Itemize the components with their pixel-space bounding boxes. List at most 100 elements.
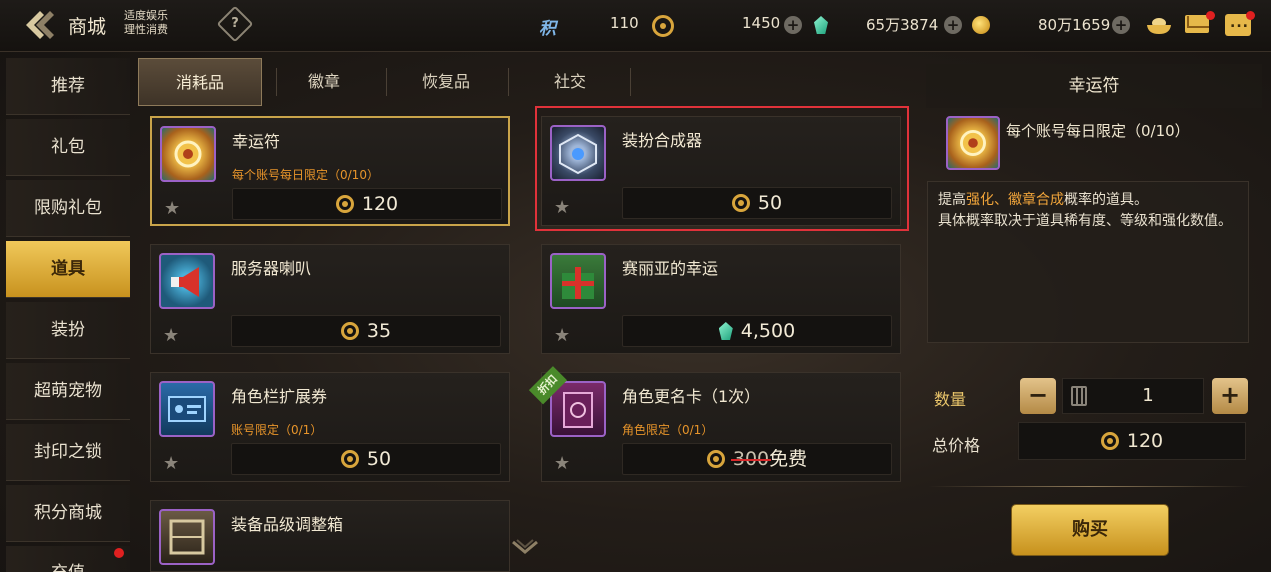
desc-sep: 、 — [994, 192, 1008, 208]
gem-icon — [718, 322, 733, 340]
moderate-line-1: 适度娱乐 — [124, 9, 168, 22]
adjust-box-icon — [159, 509, 215, 565]
item-card-rename-card[interactable]: 折扣 ★ 角色更名卡（1次） 角色限定（0/1） 300免费 — [528, 366, 901, 482]
synthesizer-cube-icon — [550, 125, 606, 181]
sidebar-item-recommend[interactable]: 推荐 — [6, 58, 130, 115]
help-glyph: ? — [231, 16, 239, 31]
bowl-icon[interactable] — [1146, 14, 1172, 36]
gem-icon — [814, 16, 828, 34]
quantity-minus-button[interactable]: − — [1020, 378, 1056, 414]
total-price-value: 120 — [1126, 430, 1164, 452]
lucky-charm-icon — [160, 126, 216, 182]
add-gold-button[interactable]: + — [1112, 16, 1130, 34]
favorite-star-icon[interactable]: ★ — [554, 453, 570, 474]
tab-recovery[interactable]: 恢复品 — [384, 58, 508, 106]
item-card-seria-luck[interactable]: ★ 赛丽亚的幸运 4,500 — [541, 244, 901, 354]
moderate-notice: 适度娱乐 理性消费 — [124, 9, 168, 37]
add-gem-button[interactable]: + — [944, 16, 962, 34]
coin-icon — [706, 450, 725, 468]
detail-limit: 每个账号每日限定（0/10） — [1006, 122, 1190, 140]
moderate-line-2: 理性消费 — [124, 23, 168, 36]
sidebar-item-costume[interactable]: 装扮 — [6, 302, 130, 359]
top-bar: 商城 适度娱乐 理性消费 ? 积 110 1450 + 65万3874 + 80… — [0, 0, 1271, 52]
points-icon: 积 — [539, 19, 556, 39]
item-name: 装扮合成器 — [622, 131, 703, 150]
scroll-down-icon[interactable] — [511, 538, 539, 558]
favorite-star-icon[interactable]: ★ — [164, 198, 180, 219]
free-label: 免费 — [769, 448, 808, 470]
coin-icon — [652, 15, 674, 37]
quantity-plus-button[interactable]: + — [1212, 378, 1248, 414]
item-price: 50 — [366, 448, 392, 470]
gift-box-icon — [550, 253, 606, 309]
back-arrow-icon[interactable] — [22, 8, 58, 42]
favorite-star-icon[interactable]: ★ — [163, 453, 179, 474]
ticket-icon — [159, 381, 215, 437]
coin-icon — [335, 195, 354, 213]
page-title: 商城 — [68, 16, 107, 38]
item-name: 赛丽亚的幸运 — [622, 259, 719, 278]
sidebar-item-pets[interactable]: 超萌宠物 — [6, 363, 130, 420]
quantity-value: 1 — [1142, 385, 1154, 406]
item-price: 35 — [366, 320, 392, 342]
desc-highlight-badge: 徽章合成 — [1008, 192, 1064, 208]
mail-icon[interactable] — [1185, 15, 1209, 33]
detail-description: 提高强化、徽章合成概率的道具。 具体概率取决于道具稀有度、等级和强化数值。 — [927, 181, 1249, 343]
calculator-icon[interactable] — [1071, 386, 1087, 406]
sidebar-item-limited-gift[interactable]: 限购礼包 — [6, 180, 130, 237]
detail-title: 幸运符 — [926, 64, 1262, 108]
chat-dots: ... — [1230, 15, 1249, 31]
help-icon[interactable]: ? — [216, 5, 254, 43]
price-box: 35 — [231, 315, 501, 347]
coin-icon — [340, 322, 359, 340]
item-name: 角色栏扩展券 — [231, 387, 328, 406]
item-card-costume-synthesizer[interactable]: ★ 装扮合成器 50 — [541, 116, 901, 226]
favorite-star-icon[interactable]: ★ — [554, 325, 570, 346]
buy-button[interactable]: 购买 — [1012, 505, 1168, 555]
item-limit: 角色限定（0/1） — [622, 423, 714, 437]
tab-consumables[interactable]: 消耗品 — [138, 58, 262, 106]
coin-value: 1450 — [742, 14, 781, 32]
points-value: 110 — [610, 14, 639, 32]
item-card-grade-adjust-box[interactable]: 装备品级调整箱 — [150, 500, 510, 572]
price-box: 50 — [231, 443, 501, 475]
sidebar-item-seal-lock[interactable]: 封印之锁 — [6, 424, 130, 481]
item-card-lucky-charm[interactable]: ★ 幸运符 每个账号每日限定（0/10） 120 — [150, 116, 510, 226]
item-card-server-megaphone[interactable]: ★ 服务器喇叭 35 — [150, 244, 510, 354]
recharge-notification-dot — [114, 548, 124, 558]
category-sidebar: 推荐 礼包 限购礼包 道具 装扮 超萌宠物 封印之锁 积分商城 充值 — [6, 58, 130, 572]
item-price: 4,500 — [740, 320, 796, 342]
desc-suffix: 概率的道具。 — [1064, 192, 1148, 208]
item-name: 装备品级调整箱 — [231, 515, 344, 534]
sidebar-item-items[interactable]: 道具 — [6, 241, 130, 298]
desc-highlight-enhance: 强化 — [966, 192, 994, 208]
favorite-star-icon[interactable]: ★ — [554, 197, 570, 218]
coin-icon — [340, 450, 359, 468]
item-name: 服务器喇叭 — [231, 259, 312, 278]
desc-prefix: 提高 — [938, 192, 966, 208]
item-card-slot-expansion[interactable]: ★ 角色栏扩展券 账号限定（0/1） 50 — [150, 372, 510, 482]
sidebar-item-gift[interactable]: 礼包 — [6, 119, 130, 176]
sidebar-item-recharge[interactable]: 充值 — [6, 546, 130, 572]
favorite-star-icon[interactable]: ★ — [163, 325, 179, 346]
tab-divider — [630, 68, 631, 96]
divider — [928, 486, 1250, 487]
total-price-box: 120 — [1018, 422, 1246, 460]
price-box: 300免费 — [622, 443, 892, 475]
item-name: 角色更名卡（1次） — [622, 387, 761, 406]
price-box: 120 — [232, 188, 502, 220]
mail-notification-dot — [1206, 11, 1215, 20]
gold-icon — [972, 16, 990, 34]
sidebar-item-points-shop[interactable]: 积分商城 — [6, 485, 130, 542]
quantity-input[interactable]: 1 — [1062, 378, 1204, 414]
rename-card-icon — [550, 381, 606, 437]
coin-icon — [1100, 432, 1119, 450]
gold-value: 80万1659 — [1038, 16, 1111, 34]
subcategory-tabs: 消耗品 徽章 恢复品 社交 — [138, 58, 638, 106]
price-box: 4,500 — [622, 315, 892, 347]
detail-lucky-charm-icon — [946, 116, 1000, 170]
tab-social[interactable]: 社交 — [508, 58, 632, 106]
tab-badges[interactable]: 徽章 — [262, 58, 386, 106]
original-price: 300 — [732, 448, 770, 470]
add-coin-button[interactable]: + — [784, 16, 802, 34]
